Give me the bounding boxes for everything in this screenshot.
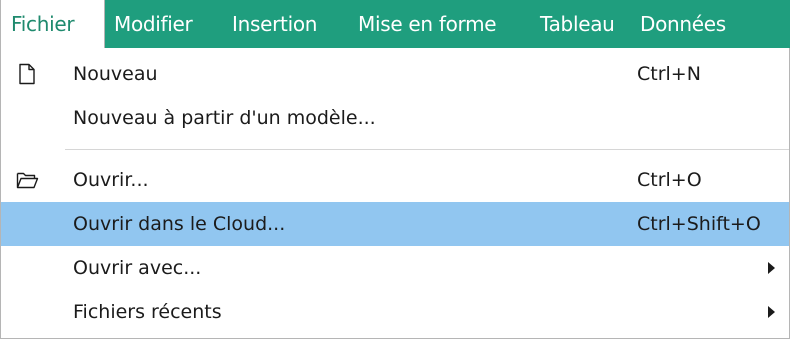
menu-item-label: Ouvrir... bbox=[73, 169, 149, 191]
menu-item-ouvrir-cloud[interactable]: Ouvrir dans le Cloud... Ctrl+Shift+O bbox=[1, 202, 789, 246]
menu-item-nouveau-modele[interactable]: Nouveau à partir d'un modèle... bbox=[1, 96, 789, 140]
app-window: Fichier Modifier Insertion Mise en forme… bbox=[0, 0, 790, 340]
menu-item-nouveau[interactable]: Nouveau Ctrl+N bbox=[1, 52, 789, 96]
submenu-arrow-icon bbox=[768, 262, 775, 274]
menu-item-ouvrir[interactable]: Ouvrir... Ctrl+O bbox=[1, 158, 789, 202]
menu-insertion[interactable]: Insertion bbox=[223, 0, 349, 48]
menu-item-fichiers-recents[interactable]: Fichiers récents bbox=[1, 290, 789, 334]
menu-item-label: Fichiers récents bbox=[73, 301, 222, 323]
menu-item-label: Nouveau bbox=[73, 63, 158, 85]
menu-donnees[interactable]: Données bbox=[631, 0, 741, 48]
menu-item-shortcut: Ctrl+O bbox=[637, 169, 702, 191]
menu-fichier[interactable]: Fichier bbox=[0, 0, 105, 48]
submenu-arrow-icon bbox=[768, 306, 775, 318]
menu-item-label: Ouvrir avec... bbox=[73, 257, 202, 279]
menu-separator bbox=[65, 149, 789, 150]
menu-bar: Fichier Modifier Insertion Mise en forme… bbox=[0, 0, 790, 48]
menu-item-ouvrir-avec[interactable]: Ouvrir avec... bbox=[1, 246, 789, 290]
menu-item-shortcut: Ctrl+N bbox=[637, 63, 701, 85]
menu-modifier[interactable]: Modifier bbox=[105, 0, 223, 48]
file-menu-dropdown: Nouveau Ctrl+N Nouveau à partir d'un mod… bbox=[0, 48, 790, 339]
menu-tableau[interactable]: Tableau bbox=[531, 0, 631, 48]
menu-mise-en-forme[interactable]: Mise en forme bbox=[349, 0, 531, 48]
menu-item-shortcut: Ctrl+Shift+O bbox=[637, 213, 761, 235]
new-document-icon bbox=[19, 63, 35, 85]
menu-item-label: Ouvrir dans le Cloud... bbox=[73, 213, 286, 235]
menu-item-label: Nouveau à partir d'un modèle... bbox=[73, 107, 376, 129]
open-folder-icon bbox=[16, 172, 39, 189]
